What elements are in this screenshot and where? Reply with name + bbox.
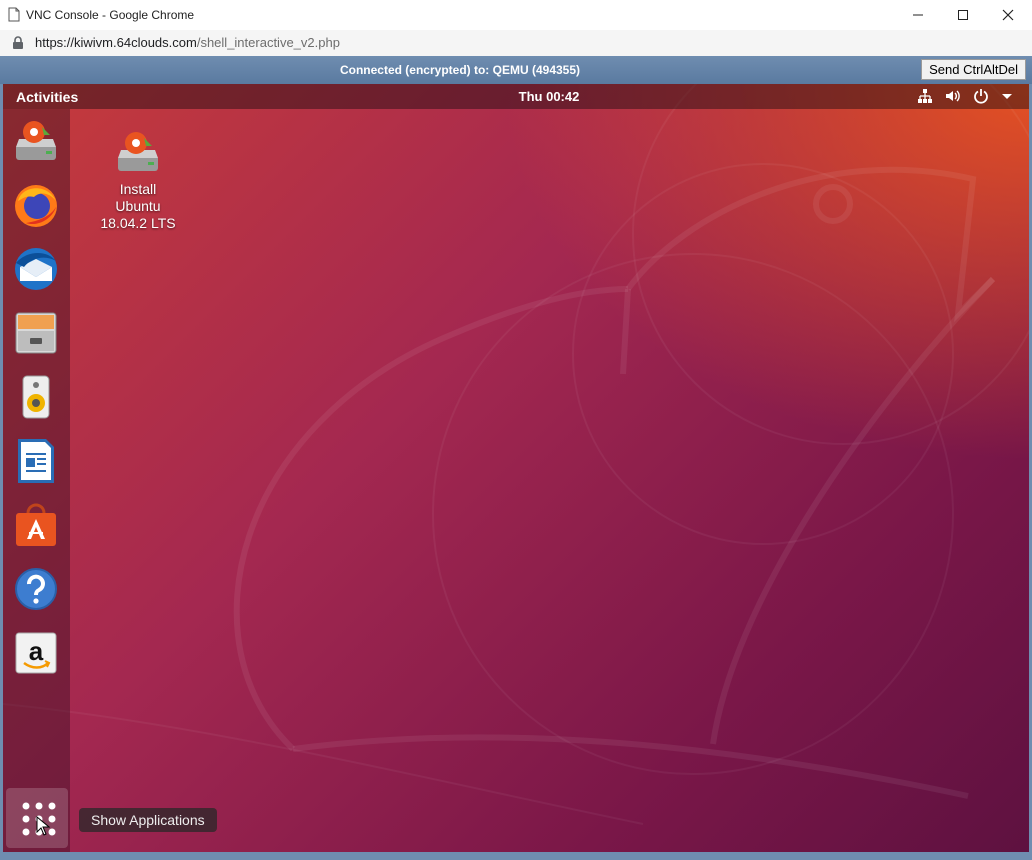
maximize-icon [958, 10, 968, 20]
show-applications-tooltip: Show Applications [79, 808, 217, 832]
window-titlebar: VNC Console - Google Chrome [0, 0, 1032, 31]
ubuntu-desktop[interactable]: Activities Thu 00:42 a Show Applications… [3, 84, 1029, 852]
ubuntu-software-icon [16, 503, 56, 546]
address-bar[interactable]: https://kiwivm.64clouds.com/shell_intera… [0, 30, 1032, 57]
install-ubuntu-icon [118, 132, 158, 171]
dock-install-ubuntu[interactable] [12, 117, 60, 165]
vnc-connection-status: Connected (encrypted) to: QEMU (494355) [339, 63, 581, 77]
document-icon [8, 7, 20, 22]
dock-amazon[interactable]: a [12, 629, 60, 677]
url-path: /shell_interactive_v2.php [196, 35, 340, 50]
minimize-button[interactable] [895, 0, 941, 30]
desktop-install-ubuntu[interactable]: Install Ubuntu 18.04.2 LTS [99, 128, 177, 232]
desktop-icon-label-line: 18.04.2 LTS [100, 215, 176, 231]
minimize-icon [913, 14, 923, 16]
vnc-status-bar: Connected (encrypted) to: QEMU (494355) … [0, 56, 1032, 85]
clock[interactable]: Thu 00:42 [3, 89, 1029, 104]
dock-libreoffice-writer[interactable] [12, 437, 60, 485]
dock-files[interactable] [12, 309, 60, 357]
dock: a [3, 109, 70, 852]
dock-thunderbird[interactable] [12, 245, 60, 293]
dock-rhythmbox[interactable] [12, 373, 60, 421]
thunderbird-icon [15, 248, 57, 290]
maximize-button[interactable] [940, 0, 986, 30]
close-icon [1002, 9, 1014, 21]
frame-bottom [0, 852, 1032, 860]
chevron-down-icon [1002, 94, 1012, 99]
url-host: https://kiwivm.64clouds.com [35, 35, 197, 50]
desktop-icon-label: Install Ubuntu 18.04.2 LTS [99, 181, 177, 232]
files-icon [15, 312, 57, 354]
send-ctrlaltdel-button[interactable]: Send CtrlAltDel [921, 59, 1026, 80]
libreoffice-writer-icon [18, 439, 54, 483]
power-icon [974, 89, 988, 104]
volume-icon [946, 90, 960, 102]
dock-ubuntu-software[interactable] [12, 501, 60, 549]
desktop-icon-label-line: Ubuntu [115, 198, 161, 214]
rhythmbox-icon [22, 375, 50, 419]
desktop-icon-label-line: Install [119, 181, 157, 197]
svg-text:a: a [29, 636, 44, 666]
install-ubuntu-icon [16, 121, 56, 160]
close-button[interactable] [985, 0, 1031, 30]
lock-icon [13, 36, 23, 49]
amazon-icon: a [15, 632, 57, 674]
window-title: VNC Console - Google Chrome [26, 8, 195, 22]
dock-help[interactable] [12, 565, 60, 613]
dock-firefox[interactable] [12, 181, 60, 229]
mouse-cursor-icon [36, 816, 50, 836]
url-text[interactable]: https://kiwivm.64clouds.com/shell_intera… [35, 35, 340, 50]
network-icon [918, 89, 932, 103]
system-tray[interactable] [917, 88, 1013, 104]
help-icon [15, 568, 57, 610]
ubuntu-top-bar: Activities Thu 00:42 [3, 84, 1029, 109]
firefox-icon [15, 185, 57, 227]
